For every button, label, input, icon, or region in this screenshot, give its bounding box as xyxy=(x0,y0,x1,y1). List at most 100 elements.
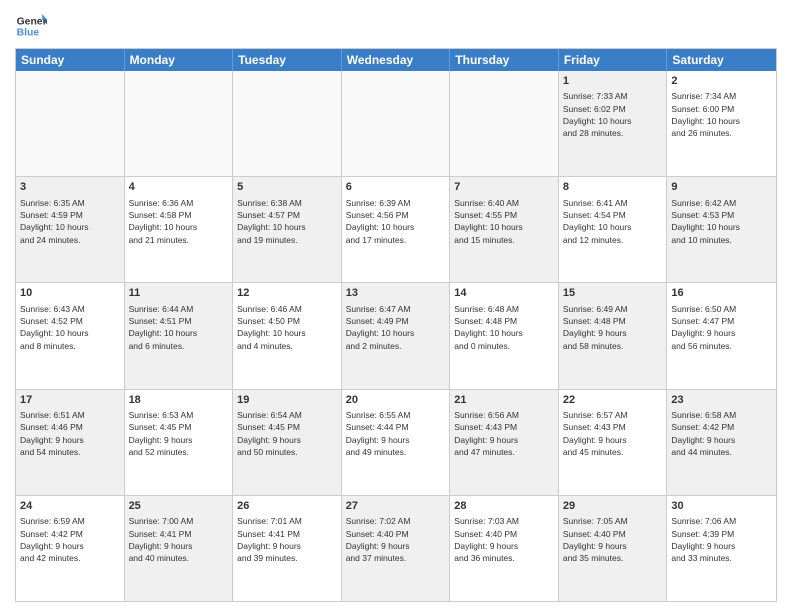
day-cell-27: 27Sunrise: 7:02 AM Sunset: 4:40 PM Dayli… xyxy=(342,496,451,601)
day-info: Sunrise: 7:06 AM Sunset: 4:39 PM Dayligh… xyxy=(671,515,772,564)
day-number: 6 xyxy=(346,180,446,195)
day-cell-28: 28Sunrise: 7:03 AM Sunset: 4:40 PM Dayli… xyxy=(450,496,559,601)
calendar-row-4: 24Sunrise: 6:59 AM Sunset: 4:42 PM Dayli… xyxy=(16,495,776,601)
empty-cell-0-2 xyxy=(233,71,342,176)
day-cell-14: 14 Sunrise: 6:48 AM Sunset: 4:48 PM Dayli… xyxy=(450,283,559,388)
day-info: Sunrise: 6:43 AM Sunset: 4:52 PM Dayligh… xyxy=(20,303,120,352)
day-cell-11: 11 Sunrise: 6:44 AM Sunset: 4:51 PM Dayli… xyxy=(125,283,234,388)
day-number: 29 xyxy=(563,499,663,514)
day-number: 4 xyxy=(129,180,229,195)
logo-icon: General Blue xyxy=(15,10,47,42)
day-cell-26: 26Sunrise: 7:01 AM Sunset: 4:41 PM Dayli… xyxy=(233,496,342,601)
day-cell-29: 29Sunrise: 7:05 AM Sunset: 4:40 PM Dayli… xyxy=(559,496,668,601)
day-info: Sunrise: 6:49 AM Sunset: 4:48 PM Dayligh… xyxy=(563,303,663,352)
day-cell-3: 3 Sunrise: 6:35 AM Sunset: 4:59 PM Daylig… xyxy=(16,177,125,282)
day-number: 22 xyxy=(563,393,663,408)
day-cell-2: 2Sunrise: 7:34 AM Sunset: 6:00 PM Daylig… xyxy=(667,71,776,176)
day-number: 23 xyxy=(671,393,772,408)
day-cell-20: 20Sunrise: 6:55 AM Sunset: 4:44 PM Dayli… xyxy=(342,390,451,495)
day-info: Sunrise: 6:46 AM Sunset: 4:50 PM Dayligh… xyxy=(237,303,337,352)
day-number: 19 xyxy=(237,393,337,408)
day-info: Sunrise: 6:35 AM Sunset: 4:59 PM Dayligh… xyxy=(20,197,120,246)
day-number: 27 xyxy=(346,499,446,514)
day-info: Sunrise: 6:47 AM Sunset: 4:49 PM Dayligh… xyxy=(346,303,446,352)
day-info: Sunrise: 6:41 AM Sunset: 4:54 PM Dayligh… xyxy=(563,197,663,246)
day-cell-16: 16 Sunrise: 6:50 AM Sunset: 4:47 PM Dayli… xyxy=(667,283,776,388)
header-day-friday: Friday xyxy=(559,49,668,71)
day-info: Sunrise: 6:58 AM Sunset: 4:42 PM Dayligh… xyxy=(671,409,772,458)
header: General Blue xyxy=(15,10,777,42)
calendar-row-2: 10 Sunrise: 6:43 AM Sunset: 4:52 PM Dayli… xyxy=(16,282,776,388)
day-cell-15: 15 Sunrise: 6:49 AM Sunset: 4:48 PM Dayli… xyxy=(559,283,668,388)
day-number: 25 xyxy=(129,499,229,514)
day-info: Sunrise: 7:05 AM Sunset: 4:40 PM Dayligh… xyxy=(563,515,663,564)
day-number: 24 xyxy=(20,499,120,514)
day-info: Sunrise: 7:01 AM Sunset: 4:41 PM Dayligh… xyxy=(237,515,337,564)
header-day-sunday: Sunday xyxy=(16,49,125,71)
day-number: 20 xyxy=(346,393,446,408)
day-number: 12 xyxy=(237,286,337,301)
day-number: 13 xyxy=(346,286,446,301)
day-info: Sunrise: 7:33 AM Sunset: 6:02 PM Dayligh… xyxy=(563,90,663,139)
header-day-wednesday: Wednesday xyxy=(342,49,451,71)
empty-cell-0-3 xyxy=(342,71,451,176)
day-info: Sunrise: 7:02 AM Sunset: 4:40 PM Dayligh… xyxy=(346,515,446,564)
day-info: Sunrise: 6:48 AM Sunset: 4:48 PM Dayligh… xyxy=(454,303,554,352)
day-cell-10: 10 Sunrise: 6:43 AM Sunset: 4:52 PM Dayli… xyxy=(16,283,125,388)
day-info: Sunrise: 6:51 AM Sunset: 4:46 PM Dayligh… xyxy=(20,409,120,458)
day-number: 5 xyxy=(237,180,337,195)
calendar: SundayMondayTuesdayWednesdayThursdayFrid… xyxy=(15,48,777,602)
day-number: 21 xyxy=(454,393,554,408)
header-day-saturday: Saturday xyxy=(667,49,776,71)
day-number: 15 xyxy=(563,286,663,301)
day-info: Sunrise: 6:56 AM Sunset: 4:43 PM Dayligh… xyxy=(454,409,554,458)
day-info: Sunrise: 6:40 AM Sunset: 4:55 PM Dayligh… xyxy=(454,197,554,246)
day-number: 16 xyxy=(671,286,772,301)
day-number: 10 xyxy=(20,286,120,301)
day-info: Sunrise: 7:03 AM Sunset: 4:40 PM Dayligh… xyxy=(454,515,554,564)
day-info: Sunrise: 6:36 AM Sunset: 4:58 PM Dayligh… xyxy=(129,197,229,246)
day-info: Sunrise: 6:54 AM Sunset: 4:45 PM Dayligh… xyxy=(237,409,337,458)
day-cell-9: 9 Sunrise: 6:42 AM Sunset: 4:53 PM Daylig… xyxy=(667,177,776,282)
day-info: Sunrise: 6:50 AM Sunset: 4:47 PM Dayligh… xyxy=(671,303,772,352)
day-cell-18: 18Sunrise: 6:53 AM Sunset: 4:45 PM Dayli… xyxy=(125,390,234,495)
header-day-thursday: Thursday xyxy=(450,49,559,71)
calendar-row-1: 3 Sunrise: 6:35 AM Sunset: 4:59 PM Daylig… xyxy=(16,176,776,282)
calendar-body: 1Sunrise: 7:33 AM Sunset: 6:02 PM Daylig… xyxy=(16,71,776,601)
day-cell-7: 7Sunrise: 6:40 AM Sunset: 4:55 PM Daylig… xyxy=(450,177,559,282)
day-cell-13: 13 Sunrise: 6:47 AM Sunset: 4:49 PM Dayli… xyxy=(342,283,451,388)
day-info: Sunrise: 7:34 AM Sunset: 6:00 PM Dayligh… xyxy=(671,90,772,139)
day-cell-6: 6 Sunrise: 6:39 AM Sunset: 4:56 PM Daylig… xyxy=(342,177,451,282)
day-info: Sunrise: 6:44 AM Sunset: 4:51 PM Dayligh… xyxy=(129,303,229,352)
svg-text:Blue: Blue xyxy=(17,28,40,39)
calendar-row-3: 17Sunrise: 6:51 AM Sunset: 4:46 PM Dayli… xyxy=(16,389,776,495)
day-cell-5: 5 Sunrise: 6:38 AM Sunset: 4:57 PM Daylig… xyxy=(233,177,342,282)
day-number: 9 xyxy=(671,180,772,195)
day-cell-30: 30Sunrise: 7:06 AM Sunset: 4:39 PM Dayli… xyxy=(667,496,776,601)
header-day-monday: Monday xyxy=(125,49,234,71)
day-cell-24: 24Sunrise: 6:59 AM Sunset: 4:42 PM Dayli… xyxy=(16,496,125,601)
day-number: 8 xyxy=(563,180,663,195)
day-info: Sunrise: 7:00 AM Sunset: 4:41 PM Dayligh… xyxy=(129,515,229,564)
day-cell-25: 25Sunrise: 7:00 AM Sunset: 4:41 PM Dayli… xyxy=(125,496,234,601)
day-number: 2 xyxy=(671,74,772,89)
day-number: 11 xyxy=(129,286,229,301)
day-number: 18 xyxy=(129,393,229,408)
header-day-tuesday: Tuesday xyxy=(233,49,342,71)
empty-cell-0-4 xyxy=(450,71,559,176)
page: General Blue SundayMondayTuesdayWednesda… xyxy=(0,0,792,612)
day-info: Sunrise: 6:53 AM Sunset: 4:45 PM Dayligh… xyxy=(129,409,229,458)
day-number: 1 xyxy=(563,74,663,89)
day-cell-1: 1Sunrise: 7:33 AM Sunset: 6:02 PM Daylig… xyxy=(559,71,668,176)
day-cell-17: 17Sunrise: 6:51 AM Sunset: 4:46 PM Dayli… xyxy=(16,390,125,495)
day-cell-22: 22Sunrise: 6:57 AM Sunset: 4:43 PM Dayli… xyxy=(559,390,668,495)
day-info: Sunrise: 6:59 AM Sunset: 4:42 PM Dayligh… xyxy=(20,515,120,564)
day-info: Sunrise: 6:39 AM Sunset: 4:56 PM Dayligh… xyxy=(346,197,446,246)
day-cell-12: 12 Sunrise: 6:46 AM Sunset: 4:50 PM Dayli… xyxy=(233,283,342,388)
empty-cell-0-0 xyxy=(16,71,125,176)
day-number: 14 xyxy=(454,286,554,301)
calendar-row-0: 1Sunrise: 7:33 AM Sunset: 6:02 PM Daylig… xyxy=(16,71,776,176)
day-info: Sunrise: 6:38 AM Sunset: 4:57 PM Dayligh… xyxy=(237,197,337,246)
day-info: Sunrise: 6:42 AM Sunset: 4:53 PM Dayligh… xyxy=(671,197,772,246)
day-number: 3 xyxy=(20,180,120,195)
